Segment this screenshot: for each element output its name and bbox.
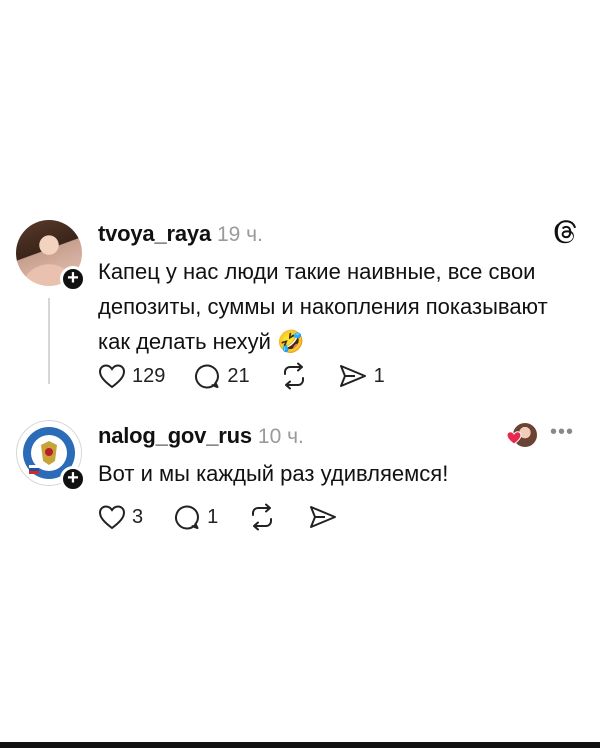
like-button[interactable]: 129	[98, 363, 165, 389]
threads-logo-icon[interactable]	[552, 218, 580, 246]
heart-icon	[98, 505, 126, 530]
post-header: tvoya_raya 19 ч.	[98, 221, 263, 247]
bottom-edge-bar	[0, 742, 600, 748]
follow-plus-icon[interactable]: +	[60, 466, 86, 492]
comment-bubble-icon	[175, 505, 200, 530]
send-icon	[339, 365, 366, 387]
comment-button[interactable]: 21	[193, 362, 250, 390]
post-header: nalog_gov_rus 10 ч.	[98, 423, 304, 449]
username[interactable]: tvoya_raya	[98, 221, 211, 247]
timestamp: 10 ч.	[257, 425, 304, 448]
like-count: 3	[132, 505, 144, 528]
heart-icon	[506, 431, 522, 445]
repost-icon	[252, 503, 273, 531]
author-avatar-wrap[interactable]: +	[16, 420, 86, 492]
post-text: Капец у нас люди такие наивные, все свои…	[98, 259, 548, 354]
share-count: 1	[373, 364, 385, 387]
author-avatar-wrap[interactable]: +	[16, 220, 86, 292]
timestamp: 19 ч.	[216, 223, 263, 246]
like-button[interactable]: 3	[98, 504, 143, 530]
post-actions: 129 21 1	[98, 362, 385, 390]
post-actions: 3 1	[98, 503, 338, 531]
post-text: Вот и мы каждый раз удивляемся!	[98, 461, 449, 486]
send-icon	[310, 506, 337, 528]
more-options-icon[interactable]: •••	[550, 422, 574, 442]
username[interactable]: nalog_gov_rus	[98, 423, 252, 449]
comment-count: 1	[207, 505, 219, 528]
thread-connector-line	[48, 298, 50, 384]
repost-button[interactable]	[280, 362, 308, 390]
comment-bubble-icon	[195, 364, 220, 389]
liked-by-author-indicator	[506, 422, 538, 448]
comment-button[interactable]: 1	[173, 503, 218, 531]
follow-plus-icon[interactable]: +	[60, 266, 86, 292]
repost-button[interactable]	[248, 503, 276, 531]
heart-icon	[98, 364, 126, 389]
share-button[interactable]	[308, 504, 338, 530]
like-count: 129	[132, 364, 166, 387]
repost-icon	[283, 362, 304, 390]
share-button[interactable]: 1	[338, 363, 385, 389]
comment-count: 21	[227, 364, 250, 387]
